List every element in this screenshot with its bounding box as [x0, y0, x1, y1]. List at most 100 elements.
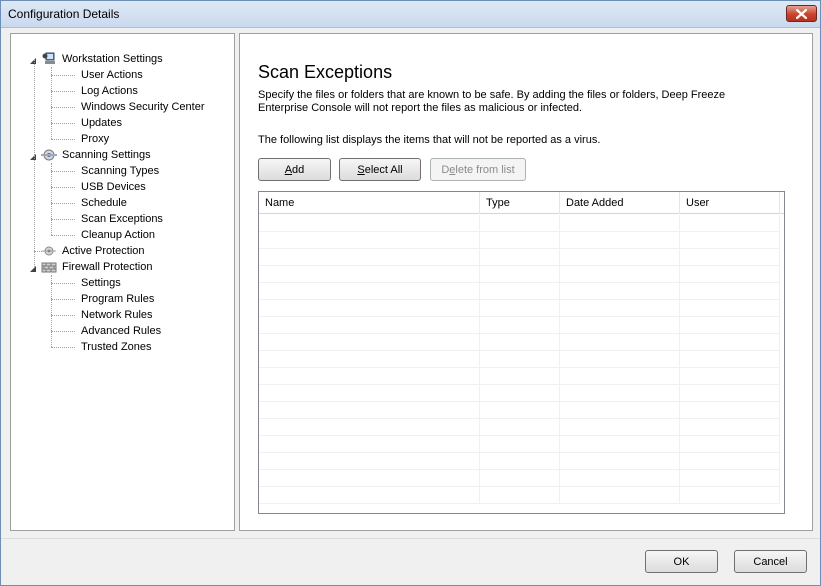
tree-item-updates[interactable]: Updates — [81, 115, 122, 131]
table-cell — [680, 317, 780, 334]
tree-item-advanced-rules[interactable]: Advanced Rules — [81, 323, 161, 339]
tree-item-trusted-zones[interactable]: Trusted Zones — [81, 339, 152, 355]
table-cell — [259, 368, 480, 385]
table-cell — [680, 283, 780, 300]
page-title: Scan Exceptions — [258, 62, 393, 82]
table-cell — [259, 266, 480, 283]
table-cell — [560, 300, 680, 317]
add-button[interactable]: Add — [258, 158, 331, 181]
close-button[interactable] — [786, 5, 817, 22]
tree-group-firewall-protection[interactable]: Firewall Protection — [62, 259, 152, 275]
table-cell — [560, 334, 680, 351]
table-row[interactable] — [259, 470, 780, 487]
table-cell — [560, 419, 680, 436]
tree-item-settings[interactable]: Settings — [81, 275, 121, 291]
table-cell — [480, 419, 560, 436]
table-cell — [480, 283, 560, 300]
table-cell — [480, 232, 560, 249]
table-cell — [560, 351, 680, 368]
tree-item-usb-devices[interactable]: USB Devices — [81, 179, 146, 195]
delete-from-list-button[interactable]: De lete from list — [430, 158, 526, 181]
table-row[interactable] — [259, 249, 780, 266]
table-row[interactable] — [259, 317, 780, 334]
tree-group-workstation-settings[interactable]: Workstation Settings — [62, 51, 163, 67]
table-cell — [480, 215, 560, 232]
title-bar[interactable]: Configuration Details — [1, 1, 820, 28]
column-header-type[interactable]: Type — [480, 192, 560, 214]
column-header-name[interactable]: Name — [259, 192, 480, 214]
table-cell — [560, 232, 680, 249]
table-cell — [480, 249, 560, 266]
dialog-button-bar: OK Cancel — [1, 538, 820, 585]
table-cell — [680, 300, 780, 317]
table-cell — [560, 453, 680, 470]
table-cell — [560, 249, 680, 266]
table-row[interactable] — [259, 385, 780, 402]
table-cell — [680, 249, 780, 266]
table-cell — [259, 402, 480, 419]
tree-item-program-rules[interactable]: Program Rules — [81, 291, 154, 307]
tree-group-scanning-settings[interactable]: Scanning Settings — [62, 147, 151, 163]
table-cell — [480, 351, 560, 368]
table-cell — [680, 419, 780, 436]
table-row[interactable] — [259, 402, 780, 419]
exceptions-table[interactable]: Name Type Date Added User — [258, 191, 785, 514]
table-row[interactable] — [259, 351, 780, 368]
tree-item-scan-exceptions[interactable]: Scan Exceptions — [81, 211, 163, 227]
table-cell — [560, 385, 680, 402]
table-cell — [480, 300, 560, 317]
table-cell — [680, 487, 780, 504]
tree-item-schedule[interactable]: Schedule — [81, 195, 127, 211]
table-cell — [680, 232, 780, 249]
table-row[interactable] — [259, 453, 780, 470]
window-title: Configuration Details — [8, 7, 120, 21]
table-row[interactable] — [259, 487, 780, 504]
ok-button[interactable]: OK — [645, 550, 718, 573]
table-cell — [680, 402, 780, 419]
cancel-button[interactable]: Cancel — [734, 550, 807, 573]
active-protection-icon — [40, 243, 58, 259]
tree-item-proxy[interactable]: Proxy — [81, 131, 109, 147]
column-header-date-added[interactable]: Date Added — [560, 192, 680, 214]
table-row[interactable] — [259, 232, 780, 249]
tree-item-scanning-types[interactable]: Scanning Types — [81, 163, 159, 179]
column-header-user[interactable]: User — [680, 192, 780, 214]
firewall-icon — [40, 259, 58, 275]
table-row[interactable] — [259, 436, 780, 453]
table-cell — [560, 436, 680, 453]
tree-item-windows-security-center[interactable]: Windows Security Center — [81, 99, 205, 115]
table-cell — [259, 487, 480, 504]
table-cell — [680, 385, 780, 402]
table-cell — [480, 470, 560, 487]
table-row[interactable] — [259, 283, 780, 300]
table-cell — [480, 317, 560, 334]
table-header: Name Type Date Added User — [259, 192, 784, 214]
table-row[interactable] — [259, 368, 780, 385]
tree-item-network-rules[interactable]: Network Rules — [81, 307, 153, 323]
table-cell — [680, 351, 780, 368]
table-cell — [259, 334, 480, 351]
table-row[interactable] — [259, 215, 780, 232]
table-cell — [560, 487, 680, 504]
table-row[interactable] — [259, 266, 780, 283]
select-all-button[interactable]: Select All — [339, 158, 421, 181]
table-cell — [480, 436, 560, 453]
close-icon — [796, 8, 807, 19]
tree-item-log-actions[interactable]: Log Actions — [81, 83, 138, 99]
table-cell — [680, 453, 780, 470]
table-cell — [480, 368, 560, 385]
table-cell — [259, 351, 480, 368]
settings-tree-panel: Workstation Settings User Actions Log Acti… — [10, 33, 235, 531]
table-cell — [560, 317, 680, 334]
tree-item-user-actions[interactable]: User Actions — [81, 67, 143, 83]
table-cell — [259, 419, 480, 436]
tree-group-active-protection[interactable]: Active Protection — [62, 243, 145, 259]
table-row[interactable] — [259, 419, 780, 436]
page-description: Specify the files or folders that are kn… — [258, 89, 726, 114]
table-cell — [680, 334, 780, 351]
tree-item-cleanup-action[interactable]: Cleanup Action — [81, 227, 155, 243]
table-cell — [259, 470, 480, 487]
table-row[interactable] — [259, 300, 780, 317]
table-cell — [480, 487, 560, 504]
table-row[interactable] — [259, 334, 780, 351]
